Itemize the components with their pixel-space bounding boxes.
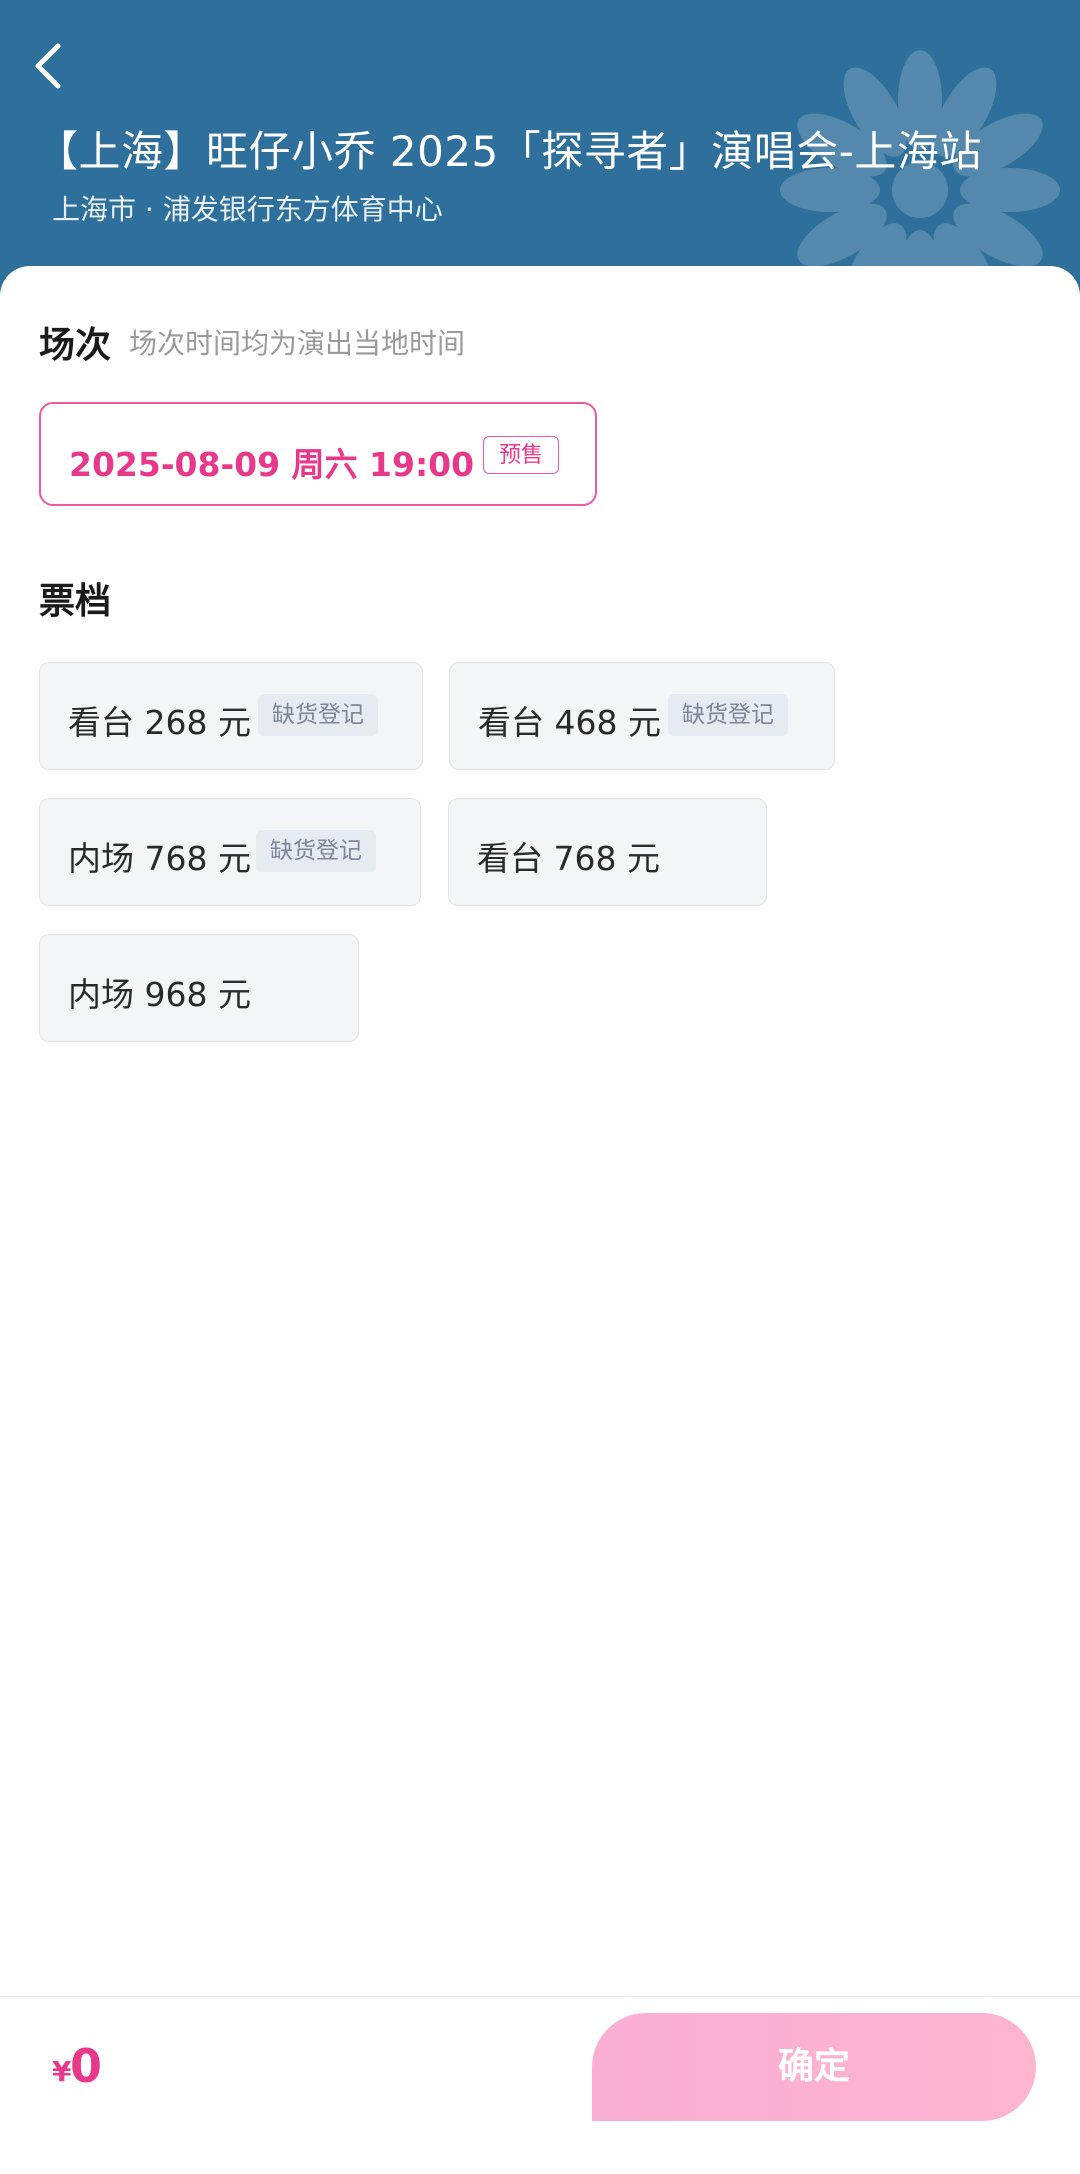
out-of-stock-register-badge: 缺货登记 <box>668 694 788 736</box>
out-of-stock-register-badge: 缺货登记 <box>256 830 376 872</box>
ticket-selection-page: 【上海】旺仔小乔 2025「探寻者」演唱会-上海站 上海市 · 浦发银行东方体育… <box>0 0 1080 2174</box>
total-price: 0 <box>70 2039 103 2093</box>
ticket-tier-option[interactable]: 内场 768 元 缺货登记 <box>39 798 421 906</box>
ticket-tier-label: 内场 768 元 <box>68 839 251 878</box>
event-header: 【上海】旺仔小乔 2025「探寻者」演唱会-上海站 上海市 · 浦发银行东方体育… <box>0 0 1080 300</box>
out-of-stock-register-badge: 缺货登记 <box>258 694 378 736</box>
currency-symbol: ¥ <box>52 2055 72 2088</box>
ticket-tier-label: 内场 968 元 <box>68 975 251 1014</box>
ticket-tier-label: 看台 768 元 <box>477 839 660 878</box>
event-title: 【上海】旺仔小乔 2025「探寻者」演唱会-上海站 <box>36 127 982 176</box>
ticket-tier-option[interactable]: 看台 468 元 缺货登记 <box>449 662 835 770</box>
back-button[interactable] <box>22 30 82 100</box>
session-datetime: 2025-08-09 周六 19:00 <box>69 445 475 484</box>
confirm-button[interactable]: 确定 <box>592 2013 1036 2121</box>
ticket-tier-label: 看台 268 元 <box>68 703 251 742</box>
ticket-tier-option[interactable]: 看台 268 元 缺货登记 <box>39 662 423 770</box>
ticket-tier-option[interactable]: 看台 768 元 <box>448 798 767 906</box>
ticket-tier-label: 看台 468 元 <box>478 703 661 742</box>
ticket-tier-option[interactable]: 内场 968 元 <box>39 934 359 1042</box>
ticket-section-title: 票档 <box>39 581 112 622</box>
presale-badge: 预售 <box>483 436 559 474</box>
session-section-title: 场次 <box>39 325 112 366</box>
selection-sheet: 场次 场次时间均为演出当地时间 2025-08-09 周六 19:00 预售 票… <box>0 266 1080 1996</box>
chevron-left-icon <box>35 43 61 89</box>
event-venue: 上海市 · 浦发银行东方体育中心 <box>52 193 443 226</box>
session-option-selected[interactable]: 2025-08-09 周六 19:00 预售 <box>39 402 597 506</box>
session-section-hint: 场次时间均为演出当地时间 <box>129 327 466 360</box>
checkout-bar: ¥ 0 确定 <box>0 1996 1080 2174</box>
